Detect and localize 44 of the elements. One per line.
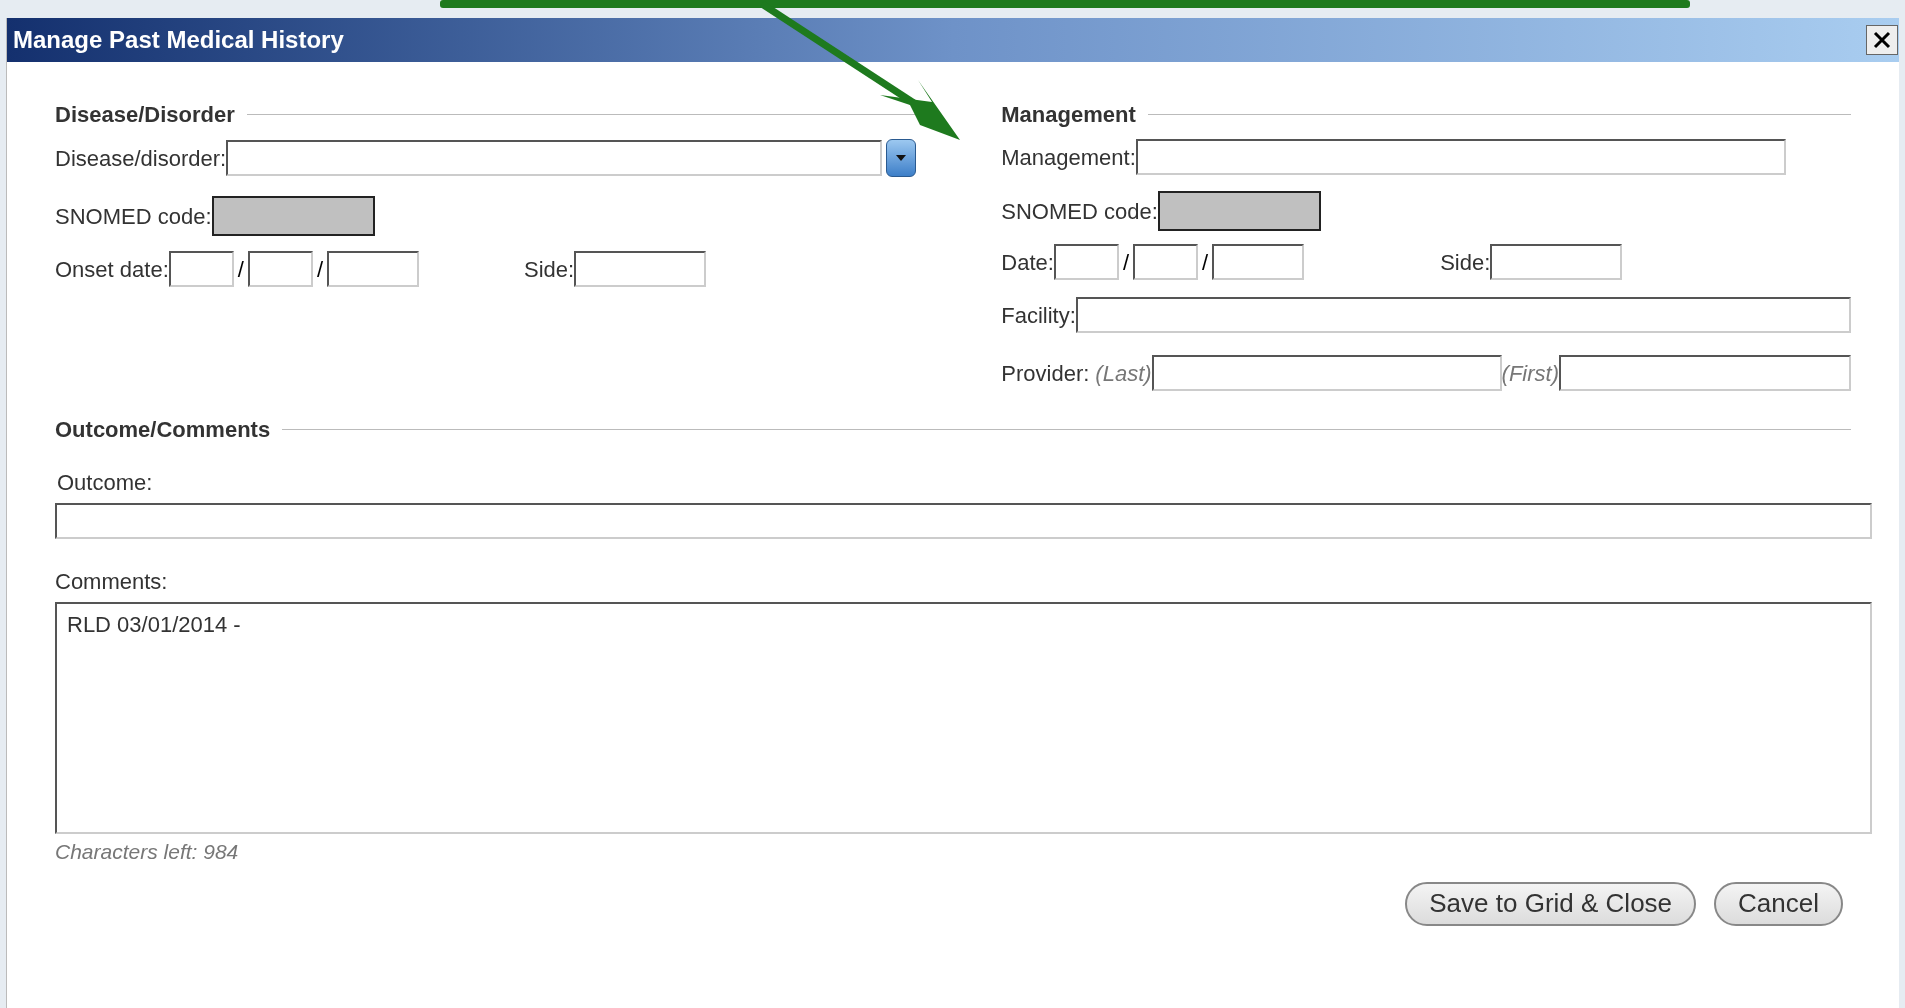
characters-left: Characters left: 984 [55, 839, 240, 865]
month-field[interactable] [168, 251, 234, 287]
side-field[interactable] [1490, 244, 1623, 280]
close-icon [1872, 30, 1892, 50]
field-hint: (Last) [1095, 359, 1152, 388]
save-button[interactable]: Save to Grid & Close [1405, 881, 1697, 926]
caret-icon [896, 155, 907, 161]
date-separator: / [1122, 248, 1129, 277]
date-separator: / [316, 255, 323, 284]
section-heading: Management [1001, 101, 1136, 129]
day-field[interactable] [1133, 244, 1198, 280]
field-label: Date: [1001, 248, 1054, 277]
disorder-field[interactable] [226, 140, 883, 176]
day-field[interactable] [247, 251, 313, 287]
window-title: Manage Past Medical History [12, 25, 344, 55]
field-label: SNOMED code: [1001, 197, 1158, 226]
field-label: Onset date: [55, 255, 169, 284]
facility-field[interactable] [1075, 297, 1851, 333]
field-hint: (First) [1501, 359, 1559, 388]
field-label: Side: [1440, 248, 1491, 277]
field-label: Side: [524, 255, 575, 284]
cancel-button[interactable]: Cancel [1714, 881, 1843, 926]
first-name-field[interactable] [1559, 355, 1851, 391]
field-label: Outcome: [57, 469, 154, 497]
close-button[interactable] [1866, 25, 1898, 55]
field-label: Comments: [55, 568, 169, 596]
date-separator: / [1202, 248, 1209, 277]
field-label: SNOMED code: [55, 202, 212, 231]
outcome-field[interactable] [55, 503, 1872, 539]
last-name-field[interactable] [1151, 355, 1502, 391]
field-label: Management: [1001, 143, 1136, 172]
side-field[interactable] [574, 251, 707, 287]
field-label: Provider: [1001, 359, 1090, 388]
section-heading: Outcome/Comments [55, 416, 271, 444]
management-field[interactable] [1135, 139, 1786, 175]
year-field[interactable] [327, 251, 419, 287]
field-label: Disease/disorder: [55, 144, 227, 173]
comments-field[interactable]: RLD 03/01/2014 - [55, 602, 1872, 834]
dropdown-button[interactable] [886, 139, 917, 177]
section-heading: Disease/Disorder [55, 101, 235, 129]
field-label: Facility: [1001, 301, 1076, 330]
year-field[interactable] [1212, 244, 1305, 280]
date-separator: / [237, 255, 244, 284]
month-field[interactable] [1053, 244, 1119, 280]
